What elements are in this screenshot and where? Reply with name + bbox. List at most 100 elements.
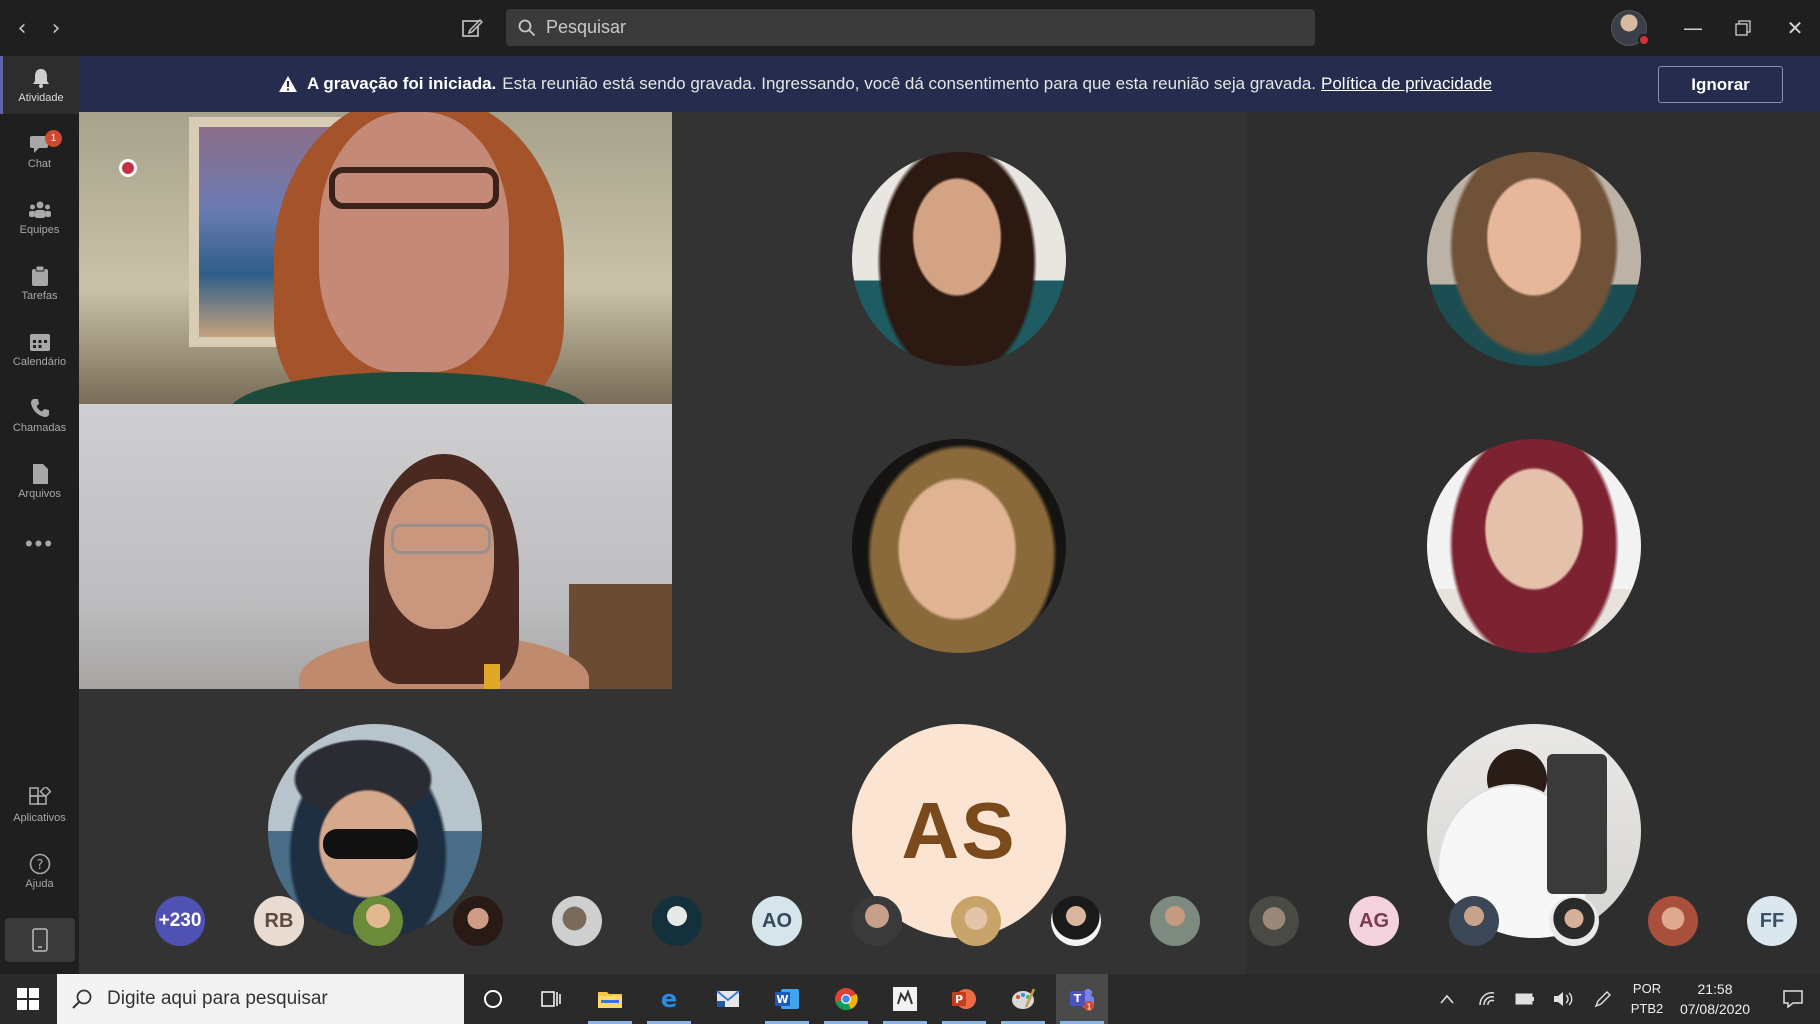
recording-indicator-icon bbox=[119, 159, 137, 177]
file-explorer-icon[interactable] bbox=[584, 974, 636, 1024]
recording-text: Esta reunião está sendo gravada. Ingress… bbox=[502, 74, 1316, 93]
rail-label: Equipes bbox=[19, 223, 60, 236]
participant-avatar[interactable] bbox=[1549, 896, 1599, 946]
svg-text:W: W bbox=[776, 993, 788, 1006]
svg-text:P: P bbox=[955, 993, 963, 1006]
participant-avatar[interactable] bbox=[453, 896, 503, 946]
edge-browser-icon[interactable]: e bbox=[643, 974, 695, 1024]
mobile-device-icon[interactable] bbox=[5, 918, 75, 962]
svg-text:?: ? bbox=[36, 858, 43, 873]
powerpoint-icon[interactable]: P bbox=[938, 974, 990, 1024]
windows-taskbar: Digite aqui para pesquisar e W P T1 POR … bbox=[0, 974, 1820, 1024]
participant-avatar bbox=[1427, 152, 1641, 366]
recording-title: A gravação foi iniciada. bbox=[307, 74, 497, 93]
participant-face bbox=[384, 479, 494, 629]
rail-label: Tarefas bbox=[21, 289, 58, 302]
participant-initials-avatar[interactable]: AO bbox=[752, 896, 802, 946]
system-clock[interactable]: 21:58 07/08/2020 bbox=[1670, 979, 1760, 1019]
participant-avatar[interactable] bbox=[652, 896, 702, 946]
rail-item-assignments[interactable]: Tarefas bbox=[0, 254, 79, 312]
teams-taskbar-icon[interactable]: T1 bbox=[1056, 974, 1108, 1024]
more-participants-button[interactable]: +230 bbox=[155, 896, 205, 946]
notifications-icon[interactable] bbox=[1768, 974, 1818, 1024]
phone-icon bbox=[28, 397, 52, 419]
participant-avatar bbox=[852, 152, 1066, 366]
chrome-icon[interactable] bbox=[820, 974, 872, 1024]
video-tile[interactable] bbox=[79, 112, 672, 404]
input-language[interactable]: POR PTB2 bbox=[1624, 979, 1670, 1019]
privacy-policy-link[interactable]: Política de privacidade bbox=[1321, 74, 1492, 94]
participant-tile[interactable] bbox=[1247, 112, 1820, 404]
more-apps-icon[interactable]: ••• bbox=[0, 531, 79, 557]
microscope bbox=[1547, 754, 1607, 894]
rail-item-teams[interactable]: Equipes bbox=[0, 188, 79, 246]
title-bar: ‹ › Pesquisar — ✕ bbox=[0, 0, 1820, 56]
bell-icon bbox=[29, 67, 53, 89]
taskbar-search-input[interactable]: Digite aqui para pesquisar bbox=[57, 974, 464, 1024]
windows-start-icon[interactable] bbox=[0, 974, 56, 1024]
search-icon bbox=[518, 19, 536, 36]
participant-avatar[interactable] bbox=[1449, 896, 1499, 946]
restore-icon[interactable] bbox=[1720, 10, 1766, 46]
rail-item-chat[interactable]: Chat 1 bbox=[0, 122, 79, 180]
participant-initials-avatar[interactable]: FF bbox=[1747, 896, 1797, 946]
participant-initials-avatar[interactable]: RB bbox=[254, 896, 304, 946]
participant-avatar[interactable] bbox=[1150, 896, 1200, 946]
warning-icon bbox=[279, 76, 297, 92]
search-placeholder: Pesquisar bbox=[546, 17, 627, 37]
network-icon[interactable] bbox=[1472, 974, 1502, 1024]
pen-ink-icon[interactable] bbox=[1588, 974, 1618, 1024]
participant-tile[interactable] bbox=[1247, 689, 1820, 974]
participant-tile[interactable] bbox=[672, 112, 1247, 404]
svg-text:e: e bbox=[661, 987, 677, 1011]
rail-item-calls[interactable]: Chamadas bbox=[0, 386, 79, 444]
participant-avatar[interactable] bbox=[951, 896, 1001, 946]
compose-icon[interactable] bbox=[456, 12, 488, 44]
recording-message: A gravação foi iniciada. Esta reunião es… bbox=[279, 74, 1492, 94]
cortana-icon[interactable] bbox=[467, 974, 519, 1024]
rail-item-help[interactable]: ? Ajuda bbox=[0, 842, 79, 900]
paint-app-icon[interactable] bbox=[997, 974, 1049, 1024]
rail-label: Arquivos bbox=[18, 487, 61, 500]
participant-initials-avatar[interactable]: AG bbox=[1349, 896, 1399, 946]
close-icon[interactable]: ✕ bbox=[1772, 10, 1818, 46]
minimize-icon[interactable]: — bbox=[1670, 10, 1716, 46]
mail-app-icon[interactable] bbox=[702, 974, 754, 1024]
media-app-icon[interactable] bbox=[879, 974, 931, 1024]
rail-item-files[interactable]: Arquivos bbox=[0, 452, 79, 510]
video-tile[interactable] bbox=[79, 404, 672, 689]
dismiss-button[interactable]: Ignorar bbox=[1658, 66, 1783, 103]
show-hidden-icons-chevron-icon[interactable] bbox=[1432, 974, 1462, 1024]
rail-label: Chamadas bbox=[12, 421, 67, 434]
rail-label: Aplicativos bbox=[13, 811, 66, 824]
apps-icon bbox=[28, 786, 52, 809]
participant-avatar[interactable] bbox=[852, 896, 902, 946]
search-input[interactable]: Pesquisar bbox=[506, 9, 1315, 46]
participant-avatar bbox=[1427, 439, 1641, 653]
participant-avatar[interactable] bbox=[1051, 896, 1101, 946]
teams-badge: 1 bbox=[1086, 1003, 1091, 1012]
chat-unread-badge: 1 bbox=[45, 130, 62, 147]
rail-item-activity[interactable]: Atividade bbox=[0, 56, 79, 114]
rail-item-calendar[interactable]: Calendário bbox=[0, 320, 79, 378]
rail-item-apps[interactable]: Aplicativos bbox=[0, 776, 79, 834]
back-arrow-icon[interactable]: ‹ bbox=[6, 12, 38, 44]
svg-text:T: T bbox=[1074, 992, 1082, 1005]
word-icon[interactable]: W bbox=[761, 974, 813, 1024]
task-view-icon[interactable] bbox=[525, 974, 577, 1024]
participant-tile[interactable] bbox=[672, 404, 1247, 689]
rail-label: Atividade bbox=[18, 91, 64, 104]
teams-icon bbox=[28, 199, 52, 221]
participant-avatar[interactable] bbox=[353, 896, 403, 946]
forward-arrow-icon[interactable]: › bbox=[40, 12, 72, 44]
participant-avatar[interactable] bbox=[552, 896, 602, 946]
participant-avatar[interactable] bbox=[1648, 896, 1698, 946]
participant-clothing bbox=[484, 664, 500, 689]
volume-icon[interactable] bbox=[1548, 974, 1578, 1024]
files-icon bbox=[28, 463, 52, 485]
participant-avatar[interactable] bbox=[1249, 896, 1299, 946]
keyboard-layout: PTB2 bbox=[1630, 1001, 1664, 1016]
participant-glasses bbox=[329, 167, 499, 209]
battery-icon[interactable] bbox=[1510, 974, 1540, 1024]
participant-tile[interactable] bbox=[1247, 404, 1820, 689]
